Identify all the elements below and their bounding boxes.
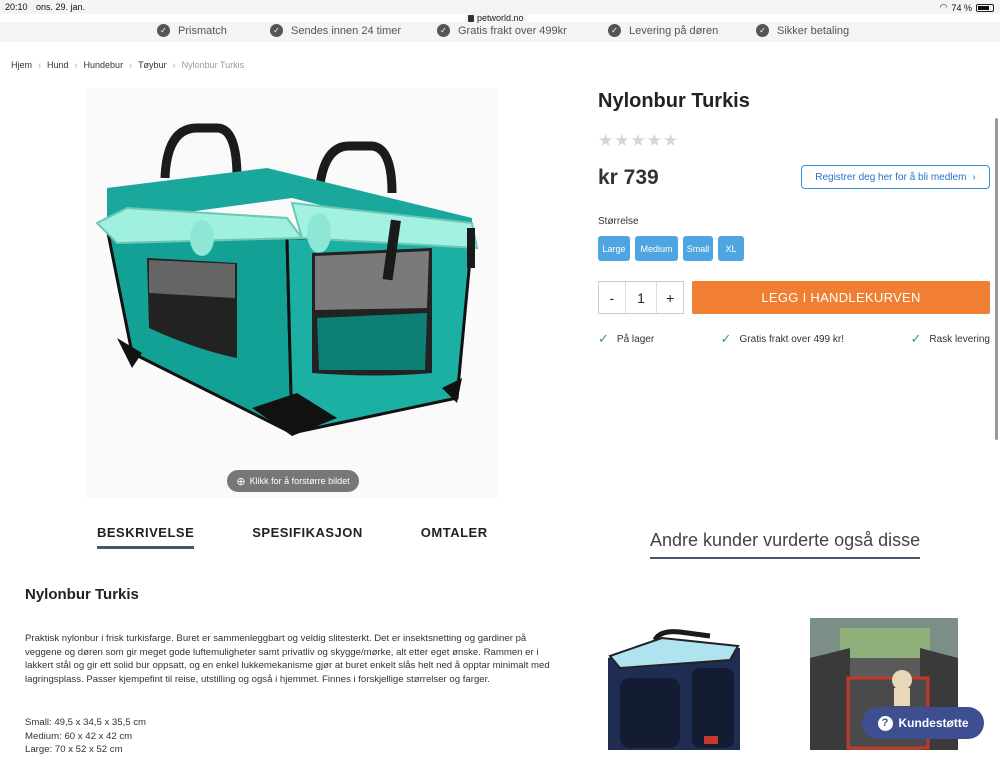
check-circle-icon: ✓ bbox=[157, 24, 170, 37]
battery-percent: 74 % bbox=[951, 2, 972, 13]
qty-decrease-button[interactable]: - bbox=[599, 282, 625, 313]
recommended-product-image[interactable] bbox=[600, 628, 748, 750]
size-option-xl[interactable]: XL bbox=[718, 236, 744, 261]
usp-item: ✓ Prismatch bbox=[157, 24, 227, 37]
breadcrumb: Hjem › Hund › Hundebur › Tøybur › Nylonbur T… bbox=[11, 60, 244, 70]
star-icon: ★ bbox=[630, 131, 646, 150]
check-icon: ✓ bbox=[910, 331, 922, 346]
star-icon: ★ bbox=[598, 131, 614, 150]
perk-item: ✓ Gratis frakt over 499 kr! bbox=[720, 331, 845, 346]
add-to-cart-button[interactable]: LEGG I HANDLEKURVEN bbox=[692, 281, 990, 314]
chevron-right-icon: › bbox=[129, 60, 133, 70]
question-icon: ? bbox=[877, 715, 893, 731]
star-icon: ★ bbox=[646, 131, 662, 150]
size-label: Størrelse bbox=[598, 216, 639, 227]
breadcrumb-hund[interactable]: Hund bbox=[47, 60, 69, 70]
product-price: kr 739 bbox=[598, 166, 659, 189]
qty-input[interactable]: 1 bbox=[624, 282, 658, 313]
perks-list: ✓ På lager ✓ Gratis frakt over 499 kr! ✓ Ra… bbox=[598, 331, 990, 347]
check-circle-icon: ✓ bbox=[756, 24, 769, 37]
description-text: Praktisk nylonbur i frisk turkisfarge. B… bbox=[25, 633, 550, 685]
scrollbar[interactable] bbox=[995, 118, 998, 440]
perk-item: ✓ Rask levering bbox=[910, 331, 990, 346]
address-url: petworld.no bbox=[477, 13, 524, 23]
check-icon: ✓ bbox=[720, 331, 732, 346]
recommendations-title: Andre kunder vurderte også disse bbox=[650, 530, 921, 559]
description-specs: Small: 49,5 x 34,5 x 35,5 cm Medium: 60 … bbox=[25, 716, 146, 757]
size-option-medium[interactable]: Medium bbox=[635, 236, 678, 261]
usp-item: ✓ Levering på døren bbox=[608, 24, 718, 37]
breadcrumb-current: Nylonbur Turkis bbox=[181, 60, 245, 70]
zoom-hint-label: Klikk for å forstørre bildet bbox=[249, 476, 350, 486]
chevron-right-icon: › bbox=[172, 60, 176, 70]
spec-line: Small: 49,5 x 34,5 x 35,5 cm bbox=[25, 717, 147, 728]
zoom-hint-button[interactable]: ⊕ Klikk for å forstørre bildet bbox=[227, 470, 359, 492]
lock-icon bbox=[468, 15, 474, 22]
breadcrumb-home[interactable]: Hjem bbox=[11, 60, 32, 70]
product-image[interactable] bbox=[87, 88, 499, 498]
check-circle-icon: ✓ bbox=[437, 24, 450, 37]
chevron-right-icon: › bbox=[38, 60, 42, 70]
rating-stars[interactable]: ★ ★ ★ ★ ★ bbox=[598, 131, 678, 151]
product-tabs: BESKRIVELSE SPESIFIKASJON OMTALER bbox=[97, 525, 488, 549]
check-icon: ✓ bbox=[598, 331, 609, 346]
size-options: Large Medium Small XL bbox=[598, 236, 744, 261]
status-time: 20:10 bbox=[5, 2, 28, 12]
customer-support-label: Kundestøtte bbox=[898, 716, 969, 730]
tab-omtaler[interactable]: OMTALER bbox=[421, 525, 488, 549]
check-circle-icon: ✓ bbox=[608, 24, 621, 37]
star-icon: ★ bbox=[663, 131, 679, 150]
zoom-icon: ⊕ bbox=[236, 475, 246, 488]
breadcrumb-hundebur[interactable]: Hundebur bbox=[84, 60, 124, 70]
status-right: ◠ 74 % bbox=[940, 2, 994, 13]
usp-item: ✓ Sikker betaling bbox=[756, 24, 849, 37]
star-icon: ★ bbox=[614, 131, 630, 150]
usp-item: ✓ Gratis frakt over 499kr bbox=[437, 24, 567, 37]
tab-spesifikasjon[interactable]: SPESIFIKASJON bbox=[252, 525, 363, 549]
customer-support-button[interactable]: ? Kundestøtte bbox=[862, 707, 984, 739]
size-option-large[interactable]: Large bbox=[598, 236, 630, 261]
spec-line: Medium: 60 x 42 x 42 cm bbox=[25, 730, 133, 742]
description-title: Nylonbur Turkis bbox=[25, 586, 139, 603]
battery-icon bbox=[976, 3, 994, 12]
tab-beskrivelse[interactable]: BESKRIVELSE bbox=[97, 525, 195, 549]
status-date: ons. 29. jan. bbox=[36, 2, 86, 12]
status-bar: 20:10 ons. 29. jan. ◠ 74 % bbox=[0, 0, 1000, 14]
usp-item: ✓ Sendes innen 24 timer bbox=[270, 24, 401, 37]
address-bar[interactable]: petworld.no bbox=[465, 13, 527, 23]
register-member-label: Registrer deg her for å bli medlem bbox=[815, 171, 967, 183]
perk-item: ✓ På lager bbox=[598, 331, 655, 346]
usp-strip: ✓ Prismatch ✓ Sendes innen 24 timer ✓ Grati… bbox=[0, 22, 1000, 42]
breadcrumb-toybur[interactable]: Tøybur bbox=[138, 60, 167, 70]
chevron-right-icon: › bbox=[74, 60, 78, 70]
product-title: Nylonbur Turkis bbox=[598, 90, 750, 112]
size-option-small[interactable]: Small bbox=[683, 236, 713, 261]
wifi-icon: ◠ bbox=[939, 2, 948, 12]
chevron-right-icon: › bbox=[972, 171, 976, 183]
pet-carrier-illustration bbox=[95, 123, 479, 436]
quantity-stepper: - 1 + bbox=[598, 281, 684, 314]
register-member-button[interactable]: Registrer deg her for å bli medlem › bbox=[801, 165, 990, 189]
check-circle-icon: ✓ bbox=[270, 24, 283, 37]
navy-carrier-illustration bbox=[608, 629, 740, 750]
qty-increase-button[interactable]: + bbox=[657, 282, 683, 313]
